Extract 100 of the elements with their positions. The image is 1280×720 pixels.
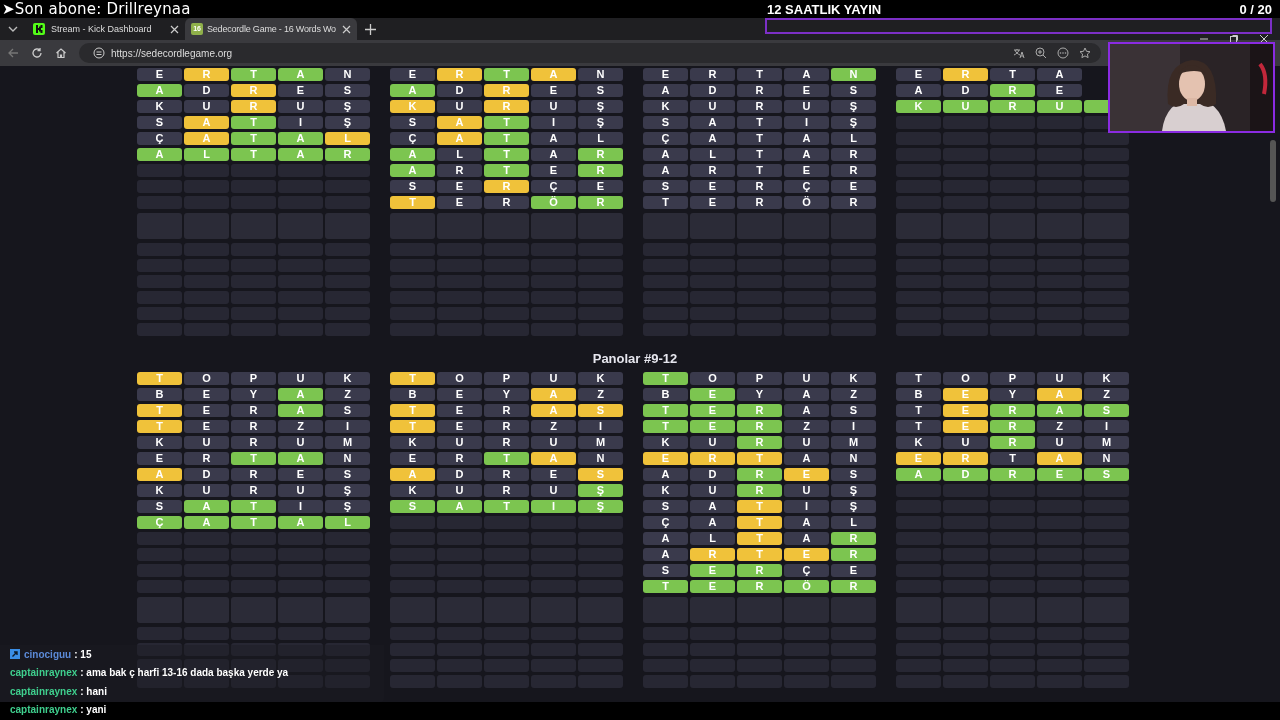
letter-tile: R — [831, 164, 876, 177]
letter-tile: Ç — [390, 132, 435, 145]
letter-tile: D — [690, 84, 735, 97]
letter-tile: E — [690, 196, 735, 209]
letter-tile: A — [184, 516, 229, 529]
letter-tile: Ç — [784, 564, 829, 577]
letter-tile: R — [484, 404, 529, 417]
letter-tile: Ç — [531, 180, 576, 193]
letter-tile: I — [325, 420, 370, 433]
letter-tile: E — [278, 468, 323, 481]
letter-tile: T — [737, 164, 782, 177]
letter-tile: R — [231, 404, 276, 417]
letter-tile: A — [1037, 452, 1082, 465]
letter-tile: Y — [484, 388, 529, 401]
letter-tile: A — [390, 468, 435, 481]
letter-tile: B — [643, 388, 688, 401]
letter-tile: T — [390, 196, 435, 209]
letter-tile: A — [137, 84, 182, 97]
letter-tile: T — [231, 452, 276, 465]
letter-tile: M — [831, 436, 876, 449]
chat-username[interactable]: cinociguu — [24, 648, 72, 660]
letter-tile: I — [831, 420, 876, 433]
letter-tile: R — [990, 84, 1035, 97]
chat-username[interactable]: captainraynex — [10, 704, 78, 716]
letter-tile: K — [137, 436, 182, 449]
letter-tile: Y — [990, 388, 1035, 401]
letter-tile: D — [690, 468, 735, 481]
letter-tile: A — [278, 404, 323, 417]
letter-tile: A — [278, 516, 323, 529]
letter-tile: E — [184, 388, 229, 401]
letter-tile: Z — [1037, 420, 1082, 433]
browser-tab[interactable]: Stream - Kick Dashboard — [27, 18, 185, 40]
letter-tile: A — [278, 148, 323, 161]
letter-tile: K — [896, 436, 941, 449]
letter-tile: O — [690, 372, 735, 385]
letter-tile: R — [943, 68, 988, 81]
address-field[interactable]: https://sedecordlegame.org — [79, 43, 1101, 63]
letter-tile: A — [1037, 404, 1082, 417]
letter-tile: U — [690, 436, 735, 449]
letter-tile: U — [690, 484, 735, 497]
letter-tile: Ş — [831, 100, 876, 113]
letter-tile: R — [831, 532, 876, 545]
letter-tile: U — [437, 100, 482, 113]
letter-tile: R — [990, 404, 1035, 417]
letter-tile: E — [690, 580, 735, 593]
letter-tile: T — [484, 500, 529, 513]
letter-tile: E — [437, 420, 482, 433]
letter-tile: A — [896, 468, 941, 481]
letter-tile: E — [437, 180, 482, 193]
letter-tile: N — [831, 452, 876, 465]
letter-tile: R — [737, 580, 782, 593]
letter-tile: L — [831, 516, 876, 529]
letter-tile: T — [484, 68, 529, 81]
letter-tile: R — [325, 148, 370, 161]
letter-tile: A — [784, 148, 829, 161]
url-text: https://sedecordlegame.org — [111, 47, 233, 59]
letter-tile: T — [137, 420, 182, 433]
letter-tile: R — [990, 420, 1035, 433]
letter-tile: U — [784, 372, 829, 385]
letter-tile: R — [737, 484, 782, 497]
letter-tile: A — [690, 116, 735, 129]
chat-username[interactable]: captainraynex — [10, 667, 78, 679]
letter-tile: E — [278, 84, 323, 97]
letter-tile: U — [690, 100, 735, 113]
letter-tile: T — [737, 452, 782, 465]
letter-tile: Y — [737, 388, 782, 401]
letter-tile: S — [578, 84, 623, 97]
letter-tile: T — [390, 404, 435, 417]
letter-tile: Ç — [137, 516, 182, 529]
letter-tile: R — [737, 468, 782, 481]
letter-tile: U — [784, 100, 829, 113]
letter-tile: E — [137, 68, 182, 81]
letter-tile: R — [943, 452, 988, 465]
letter-tile: Ş — [578, 500, 623, 513]
letter-tile: T — [737, 68, 782, 81]
letter-tile: L — [437, 148, 482, 161]
letter-tile: T — [643, 196, 688, 209]
letter-tile: A — [784, 532, 829, 545]
chat-username[interactable]: captainraynex — [10, 685, 78, 697]
letter-tile: R — [737, 180, 782, 193]
stream-title: 12 SAATLIK YAYIN — [766, 1, 883, 17]
letter-tile: A — [643, 148, 688, 161]
letter-tile: A — [784, 516, 829, 529]
letter-tile: A — [278, 132, 323, 145]
letter-tile: S — [643, 116, 688, 129]
letter-tile: E — [896, 452, 941, 465]
letter-tile: T — [231, 132, 276, 145]
letter-tile: R — [437, 452, 482, 465]
letter-tile: L — [690, 148, 735, 161]
letter-tile: E — [943, 420, 988, 433]
letter-tile: E — [643, 68, 688, 81]
letter-tile: T — [737, 532, 782, 545]
letter-tile: A — [784, 132, 829, 145]
letter-tile: A — [390, 84, 435, 97]
letter-tile: S — [643, 564, 688, 577]
letter-tile: E — [184, 420, 229, 433]
letter-tile: U — [531, 484, 576, 497]
letter-tile: M — [325, 436, 370, 449]
letter-tile: U — [1037, 100, 1082, 113]
letter-tile: A — [690, 500, 735, 513]
